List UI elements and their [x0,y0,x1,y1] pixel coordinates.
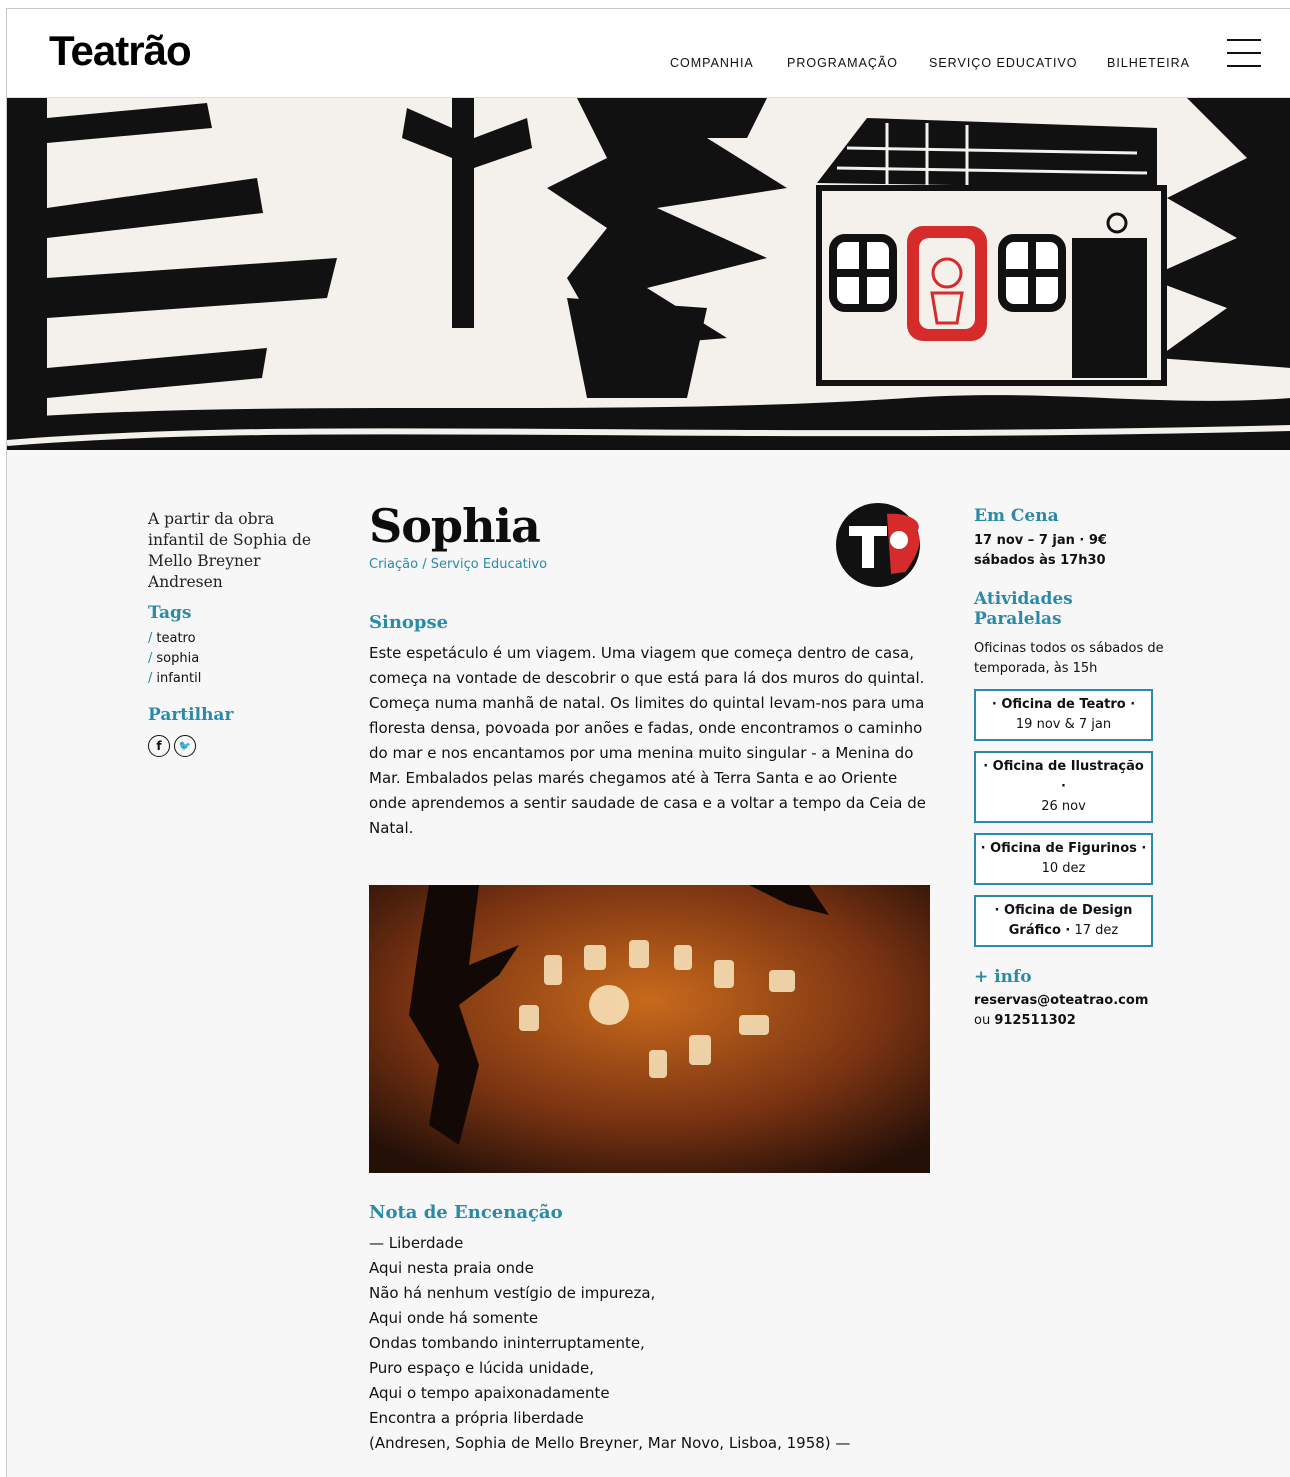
site-header: Teatrão COMPANHIA PROGRAMAÇÃO SERVIÇO ED… [7,9,1290,98]
staging-note-heading: Nota de Encenação [369,1202,563,1223]
teatrao-logo-badge [836,503,920,587]
nav-servico-educativo[interactable]: SERVIÇO EDUCATIVO [929,56,1078,70]
tag-item[interactable]: / infantil [148,669,328,689]
nav-programacao[interactable]: PROGRAMAÇÃO [787,56,898,70]
workshop-figurinos-button[interactable]: · Oficina de Figurinos · 10 dez [974,833,1153,885]
workshop-design-grafico-button[interactable]: · Oficina de Design Gráfico · 17 dez [974,895,1153,947]
main-nav: COMPANHIA PROGRAMAÇÃO SERVIÇO EDUCATIVO … [7,56,1290,72]
poem-line: Puro espaço e lúcida unidade, [369,1359,594,1377]
workshop-ilustracao-button[interactable]: · Oficina de Ilustração · 26 nov [974,751,1153,823]
stage-photo [369,885,930,1173]
share-buttons: f 🐦 [148,735,328,757]
right-sidebar: Em Cena 17 nov – 7 jan · 9€ sábados às 1… [974,506,1164,1031]
poem-line: Encontra a própria liberdade [369,1409,584,1427]
poem-line: (Andresen, Sophia de Mello Breyner, Mar … [369,1434,851,1452]
poem-line: Aqui nesta praia onde [369,1259,534,1277]
poem-text: — Liberdade Aqui nesta praia onde Não há… [369,1231,930,1456]
forest-house-illustration [7,98,1290,450]
poem-line: — Liberdade [369,1234,464,1252]
menu-icon[interactable] [1227,39,1263,69]
synopsis-heading: Sinopse [369,612,449,633]
tag-item[interactable]: / teatro [148,629,328,649]
poem-line: Ondas tombando ininterruptamente, [369,1334,645,1352]
em-cena-heading: Em Cena [974,506,1059,526]
workshop-teatro-button[interactable]: · Oficina de Teatro · 19 nov & 7 jan [974,689,1153,741]
show-subtitle: A partir da obra infantil de Sophia de M… [148,510,312,591]
contact-info: reservas@oteatrao.com ou 912511302 [974,993,1149,1028]
staging-note: Nota de Encenação — Liberdade Aqui nesta… [369,1202,930,1456]
hero-illustration [7,98,1290,450]
poem-line: Não há nenhum vestígio de impureza, [369,1284,656,1302]
facebook-icon[interactable]: f [148,735,170,757]
left-sidebar: A partir da obra infantil de Sophia de M… [148,509,328,757]
poem-line: Aqui o tempo apaixonadamente [369,1384,610,1402]
show-dates: 17 nov – 7 jan · 9€ sábados às 17h30 [974,533,1107,568]
info-heading: + info [974,967,1032,987]
page-frame: Teatrão COMPANHIA PROGRAMAÇÃO SERVIÇO ED… [6,8,1290,1477]
email-link[interactable]: reservas@oteatrao.com [974,993,1148,1008]
share-heading: Partilhar [148,705,234,725]
nav-companhia[interactable]: COMPANHIA [670,56,754,70]
tag-item[interactable]: / sophia [148,649,328,669]
tags-heading: Tags [148,603,192,623]
poem-line: Aqui onde há somente [369,1309,539,1327]
twitter-icon[interactable]: 🐦 [174,735,196,757]
nav-bilheteira[interactable]: BILHETEIRA [1107,56,1190,70]
tag-list: / teatro / sophia / infantil [148,629,328,689]
activities-intro: Oficinas todos os sábados de temporada, … [974,641,1164,676]
phone-link[interactable]: 912511302 [994,1013,1075,1028]
activities-heading: Atividades Paralelas [974,589,1073,629]
synopsis-text: Este espetáculo é um viagem. Uma viagem … [369,644,926,837]
